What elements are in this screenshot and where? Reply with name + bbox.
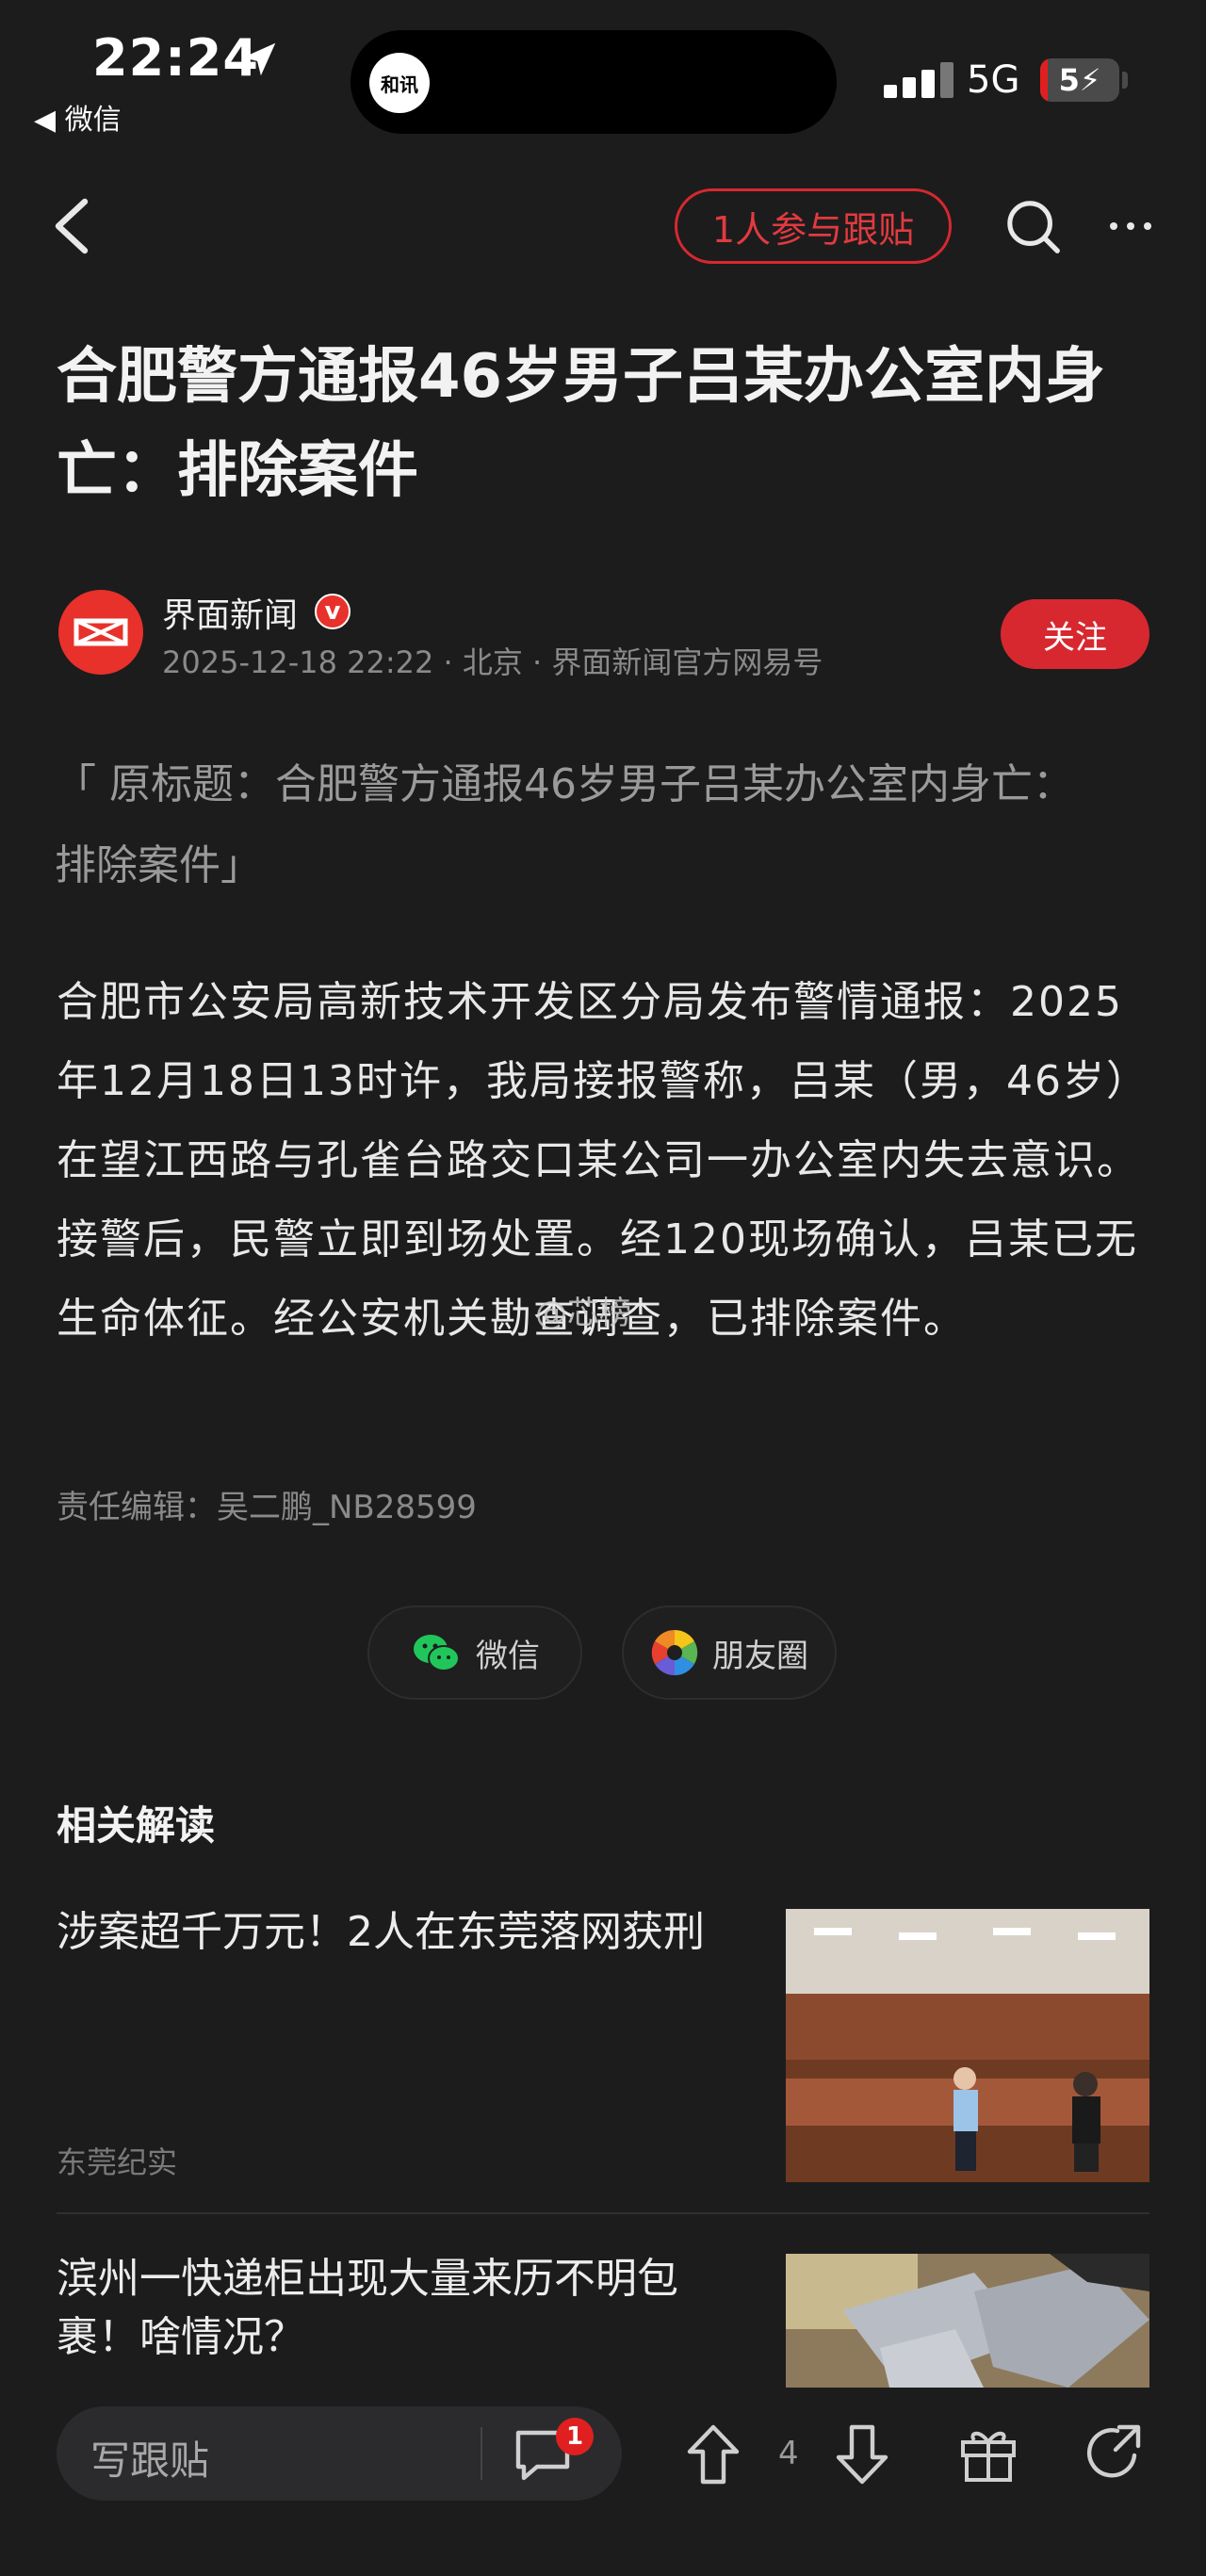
- search-icon[interactable]: [1004, 198, 1063, 256]
- location-arrow-icon: [242, 42, 276, 76]
- share-wechat-button[interactable]: 微信: [367, 1606, 582, 1700]
- share-moments-button[interactable]: 朋友圈: [622, 1606, 837, 1700]
- more-options-icon[interactable]: [1108, 219, 1153, 234]
- article-meta: 2025-12-18 22:22 · 北京 · 界面新闻官方网易号: [162, 644, 823, 680]
- vote-count: 4: [778, 2435, 799, 2472]
- reply-separator: [481, 2427, 482, 2480]
- status-time: 22:24: [92, 28, 259, 88]
- courtroom-thumbnail-image: [786, 1909, 1149, 2182]
- verified-badge-icon: v: [315, 594, 350, 629]
- author-logo-icon: [73, 618, 128, 646]
- upvote-arrow-icon[interactable]: [684, 2421, 742, 2487]
- related-heading: 相关解读: [57, 1802, 216, 1849]
- related-item-thumbnail[interactable]: [786, 1909, 1149, 2182]
- responsible-editor: 责任编辑：吴二鹏_NB28599: [57, 1489, 477, 1526]
- share-wechat-label: 微信: [476, 1637, 540, 1675]
- island-app-logo: 和讯: [369, 53, 430, 113]
- gift-icon[interactable]: [957, 2421, 1019, 2484]
- original-title-quote: 「 原标题：合肥警方通报46岁男子吕某办公室内身亡：排除案件」: [55, 760, 1074, 889]
- author-name[interactable]: 界面新闻: [162, 588, 298, 637]
- moments-icon: [651, 1629, 698, 1676]
- parcels-thumbnail-image: [786, 2254, 1149, 2388]
- back-arrow-icon[interactable]: [47, 198, 94, 254]
- back-to-app-link[interactable]: ◀ 微信: [34, 96, 122, 138]
- share-icon[interactable]: [1085, 2421, 1144, 2482]
- follow-author-button[interactable]: 关注: [1001, 599, 1149, 669]
- related-item-source: 东莞纪实: [57, 2144, 178, 2180]
- related-item-title[interactable]: 滨州一快递柜出现大量来历不明包裹！啥情况？: [57, 2250, 735, 2367]
- battery-tip: [1122, 72, 1128, 89]
- network-type: 5G: [967, 58, 1020, 102]
- comment-count-badge: 1: [556, 2418, 594, 2455]
- wechat-icon: [414, 1635, 460, 1671]
- author-avatar[interactable]: [58, 590, 143, 675]
- battery-icon: 5 ⚡: [1040, 58, 1119, 102]
- related-divider: [57, 2212, 1149, 2214]
- battery-level: 5: [1058, 62, 1080, 98]
- share-moments-label: 朋友圈: [712, 1637, 808, 1675]
- article-title: 合肥警方通报46岁男子吕某办公室内身亡：排除案件: [57, 342, 1106, 506]
- related-item-title[interactable]: 涉案超千万元！2人在东莞落网获刑: [57, 1903, 735, 1962]
- reply-placeholder: 写跟贴: [90, 2437, 210, 2484]
- related-item-thumbnail[interactable]: [786, 2254, 1149, 2388]
- follow-posts-button[interactable]: 1人参与跟贴: [675, 188, 952, 264]
- downvote-arrow-icon[interactable]: [833, 2421, 891, 2487]
- weibo-watermark: @芯榜: [535, 1295, 631, 1332]
- cellular-signal-icon: [884, 62, 959, 98]
